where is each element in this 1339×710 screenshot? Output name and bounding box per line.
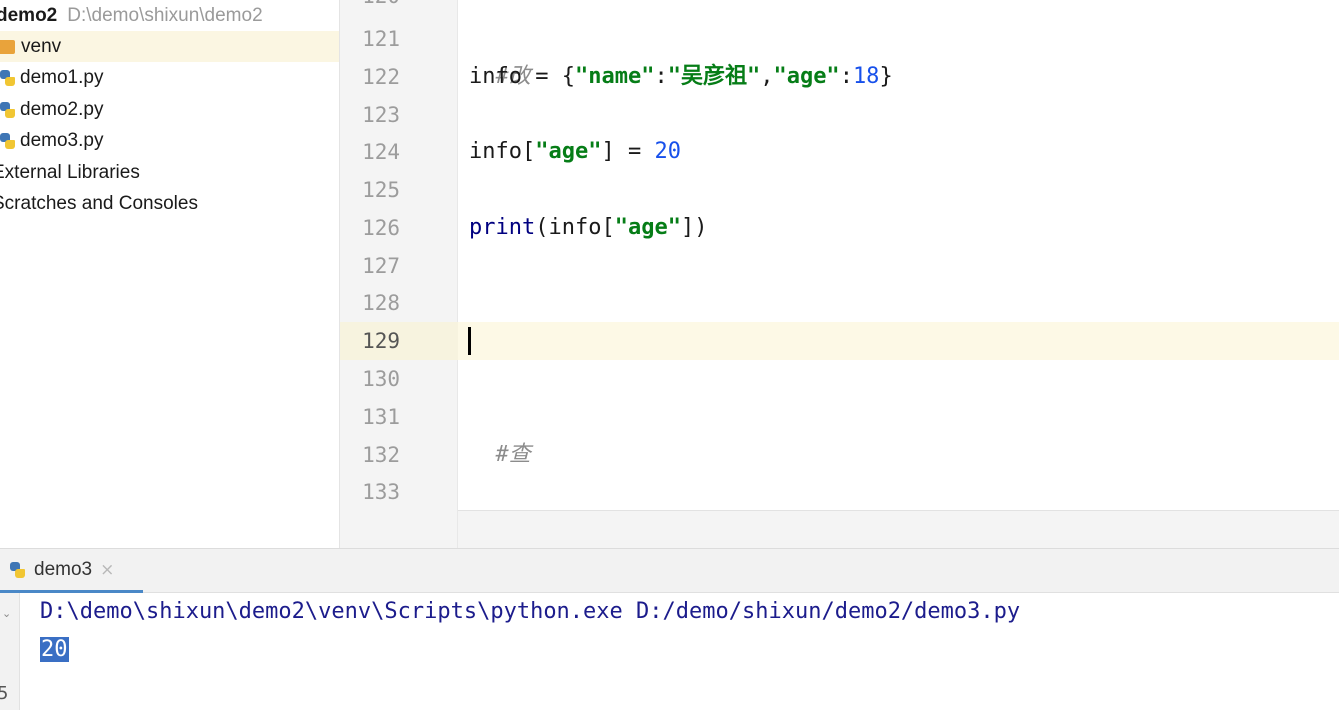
code-line-126: print(info["age"]) <box>469 209 707 247</box>
tree-item-demo2[interactable]: demo2.py <box>0 94 339 125</box>
line-number: 125 <box>362 178 400 202</box>
run-tool-window: demo3 × ⌄ 5 D:\demo\shixun\demo2\venv\Sc… <box>0 548 1339 710</box>
code-comment: #查 <box>495 442 531 467</box>
console-command: D:\demo\shixun\demo2\venv\Scripts\python… <box>40 599 1021 624</box>
code-token: (info[ <box>535 215 615 240</box>
project-root-path: D:\demo\shixun\demo2 <box>67 4 263 26</box>
current-line-highlight <box>458 322 1339 360</box>
code-string: "吴彦祖" <box>667 64 761 89</box>
tree-item-venv[interactable]: venv <box>0 31 339 62</box>
code-token: : <box>839 64 853 89</box>
chevron-down-icon[interactable]: ⌄ <box>2 607 11 620</box>
code-token: , <box>760 64 774 89</box>
line-number: 122 <box>362 65 400 89</box>
code-string: "name" <box>574 64 655 89</box>
tree-item-external-libraries[interactable]: External Libraries <box>0 157 339 188</box>
line-number-current: 129 <box>362 329 400 353</box>
code-string: "age" <box>614 215 681 240</box>
run-side-toolbar: ⌄ 5 <box>0 593 20 710</box>
code-line-124: info["age"] = 20 <box>469 133 681 171</box>
code-token: : <box>654 64 668 89</box>
code-token: info = { <box>469 64 575 89</box>
line-number: 120 <box>340 0 400 15</box>
line-number: 124 <box>362 140 400 164</box>
tree-item-scratches[interactable]: Scratches and Consoles <box>0 188 339 219</box>
line-number: 128 <box>362 291 400 315</box>
code-token: } <box>879 64 893 89</box>
line-number: 133 <box>362 480 400 504</box>
project-root-row[interactable]: demo2 D:\demo\shixun\demo2 <box>0 0 339 31</box>
project-tool-window: demo2 D:\demo\shixun\demo2 venv demo1.py… <box>0 0 340 548</box>
python-file-icon <box>0 132 16 150</box>
code-token: ]) <box>680 215 708 240</box>
tree-item-label: demo1.py <box>20 66 104 88</box>
line-number: 132 <box>362 443 400 467</box>
text-caret <box>468 327 471 355</box>
tree-item-label: venv <box>21 35 62 57</box>
code-builtin: print <box>469 215 536 240</box>
line-number: 127 <box>362 254 400 278</box>
console-output: 20 <box>40 631 69 669</box>
tree-item-label: External Libraries <box>0 161 140 183</box>
close-icon[interactable]: × <box>100 560 114 580</box>
side-toolbar-number: 5 <box>0 683 9 704</box>
code-number: 20 <box>654 139 681 164</box>
line-number: 130 <box>362 367 400 391</box>
line-number: 131 <box>362 405 400 429</box>
run-tab-label: demo3 <box>34 558 93 580</box>
python-file-icon <box>0 69 16 87</box>
run-tab-demo3[interactable]: demo3 × <box>0 549 143 593</box>
line-number: 123 <box>362 103 400 127</box>
code-number: 18 <box>852 64 880 89</box>
folder-icon <box>0 39 15 54</box>
python-file-icon <box>0 101 16 119</box>
tree-item-label: Scratches and Consoles <box>0 192 198 214</box>
console-output-value: 20 <box>40 637 69 662</box>
code-line-122: info = {"name":"吴彦祖","age":18} <box>469 58 893 96</box>
python-run-icon <box>8 561 26 579</box>
project-root-name: demo2 <box>0 4 58 26</box>
code-string: "age" <box>535 139 602 164</box>
editor-bottom-area <box>458 510 1339 548</box>
tree-item-label: demo2.py <box>20 98 104 120</box>
code-token: ] = <box>601 139 655 164</box>
run-tab-bar: demo3 × <box>0 549 1339 593</box>
line-number: 121 <box>362 27 400 51</box>
code-string: "age" <box>773 64 840 89</box>
tree-item-label: demo3.py <box>20 129 104 151</box>
code-line-131: #查 <box>469 398 531 467</box>
tree-item-demo3[interactable]: demo3.py <box>0 125 339 156</box>
line-number: 126 <box>362 216 400 240</box>
code-token: info[ <box>469 139 536 164</box>
tree-item-demo1[interactable]: demo1.py <box>0 62 339 93</box>
code-line-121: #改 <box>469 20 531 89</box>
